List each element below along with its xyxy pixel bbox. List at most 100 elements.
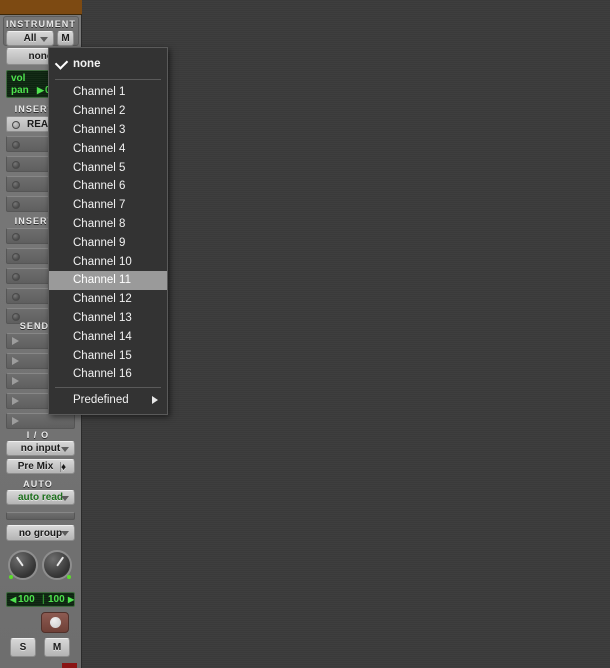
io-mix-value: Pre Mix <box>17 461 54 472</box>
app-root: INSTRUMENT All M none vol 9 pan 0 ▶ INSE… <box>0 0 610 668</box>
menu-item-channel-12[interactable]: Channel 12 <box>49 290 167 309</box>
instrument-select-value: All <box>23 33 37 44</box>
solo-button[interactable]: S <box>10 638 36 657</box>
menu-item-label: Channel 2 <box>73 105 126 118</box>
insert-enable-dot-icon[interactable] <box>12 141 20 149</box>
io-header: I / O <box>26 430 50 440</box>
io-input-value: no input <box>20 443 61 454</box>
send-arrow-icon <box>12 357 19 365</box>
pan-divider: | <box>42 594 45 605</box>
menu-separator <box>55 386 161 388</box>
menu-item-channel-8[interactable]: Channel 8 <box>49 215 167 234</box>
pan-left-value: 100 <box>18 594 35 605</box>
send-arrow-icon <box>12 377 19 385</box>
pan-left-arrow-icon: ◀ <box>10 595 17 604</box>
auto-mode-select[interactable]: auto read <box>6 490 75 505</box>
menu-item-channel-13[interactable]: Channel 13 <box>49 309 167 328</box>
record-dot-icon <box>49 617 61 628</box>
instrument-header: INSTRUMENT <box>6 19 76 29</box>
chevron-down-icon <box>61 495 69 501</box>
menu-item-label: Channel 14 <box>73 330 132 343</box>
pan-label: pan <box>11 85 29 96</box>
insert-enable-dot-icon[interactable] <box>12 233 20 241</box>
menu-item-channel-7[interactable]: Channel 7 <box>49 196 167 215</box>
menu-item-channel-3[interactable]: Channel 3 <box>49 121 167 140</box>
pin-icon[interactable]: ♦ <box>60 462 70 473</box>
menu-item-label: Channel 13 <box>73 311 132 324</box>
menu-item-channel-1[interactable]: Channel 1 <box>49 83 167 102</box>
group-indicator-bar <box>6 512 75 520</box>
pan-knob-left[interactable] <box>8 550 38 580</box>
mute-button[interactable]: M <box>44 638 70 657</box>
knob-led-icon <box>9 575 13 579</box>
record-arm-button[interactable] <box>41 612 69 633</box>
auto-header: AUTO <box>23 479 53 489</box>
knob-led-icon <box>67 575 71 579</box>
menu-item-channel-6[interactable]: Channel 6 <box>49 177 167 196</box>
io-mix-button[interactable]: Pre Mix ♦ <box>6 459 75 474</box>
chevron-down-icon <box>40 36 48 42</box>
send-slot-5[interactable] <box>6 413 75 429</box>
menu-item-label: none <box>73 58 101 70</box>
check-icon <box>54 56 69 70</box>
insert-enable-dot-icon[interactable] <box>12 181 20 189</box>
menu-item-channel-9[interactable]: Channel 9 <box>49 233 167 252</box>
pan-value-display[interactable]: ◀ 100 | 100 ▶ <box>6 592 75 607</box>
menu-item-label: Channel 9 <box>73 236 126 249</box>
midi-button[interactable]: M <box>57 31 74 46</box>
channel-color-bar <box>0 0 82 15</box>
menu-item-label: Channel 16 <box>73 368 132 381</box>
group-select[interactable]: no group <box>6 525 75 541</box>
insert-enable-dot-icon[interactable] <box>12 293 20 301</box>
menu-item-label: Channel 10 <box>73 255 132 268</box>
channel-dropdown-menu[interactable]: none Channel 1 Channel 2 Channel 3 Channel 4… <box>48 47 168 415</box>
menu-item-label: Channel 15 <box>73 349 132 362</box>
menu-item-channel-14[interactable]: Channel 14 <box>49 327 167 346</box>
menu-item-predefined[interactable]: Predefined <box>49 391 167 410</box>
solo-button-label: S <box>19 642 27 653</box>
insert-enable-dot-icon[interactable] <box>12 201 20 209</box>
menu-item-label: Channel 12 <box>73 293 132 306</box>
insert-enable-dot-icon[interactable] <box>12 253 20 261</box>
pan-right-arrow-icon: ▶ <box>68 595 75 604</box>
menu-item-label: Channel 5 <box>73 161 126 174</box>
menu-item-label: Channel 1 <box>73 86 126 99</box>
send-arrow-icon <box>12 337 19 345</box>
menu-item-label: Channel 3 <box>73 123 126 136</box>
menu-item-label: Channel 4 <box>73 142 126 155</box>
group-value: no group <box>18 527 63 539</box>
menu-item-label: Channel 11 <box>73 274 131 287</box>
insert-enable-dot-icon[interactable] <box>12 121 20 129</box>
menu-item-channel-11[interactable]: Channel 11 <box>49 270 167 290</box>
send-arrow-icon <box>12 417 19 425</box>
pan-arrow-icon: ▶ <box>37 85 44 95</box>
mute-button-label: M <box>52 642 62 653</box>
menu-item-label: Channel 7 <box>73 199 126 212</box>
insert-enable-dot-icon[interactable] <box>12 273 20 281</box>
insert-enable-dot-icon[interactable] <box>12 313 20 321</box>
menu-item-channel-15[interactable]: Channel 15 <box>49 346 167 365</box>
knob-indicator-icon <box>56 556 65 567</box>
midi-button-label: M <box>61 33 70 44</box>
pan-right-value: 100 <box>48 594 65 605</box>
menu-item-label: Channel 6 <box>73 180 126 193</box>
chevron-down-icon <box>61 531 69 536</box>
submenu-arrow-icon <box>152 396 158 405</box>
io-input-select[interactable]: no input <box>6 441 75 456</box>
menu-item-none[interactable]: none <box>49 52 167 76</box>
auto-mode-value: auto read <box>17 492 63 503</box>
menu-item-channel-16[interactable]: Channel 16 <box>49 365 167 384</box>
menu-item-channel-5[interactable]: Channel 5 <box>49 158 167 177</box>
menu-item-label: Channel 8 <box>73 217 126 230</box>
menu-item-label: Predefined <box>73 394 129 407</box>
record-meter-indicator <box>62 663 77 668</box>
menu-item-channel-2[interactable]: Channel 2 <box>49 102 167 121</box>
knob-indicator-icon <box>15 556 24 567</box>
instrument-select[interactable]: All <box>6 31 54 46</box>
menu-item-channel-10[interactable]: Channel 10 <box>49 252 167 271</box>
send-arrow-icon <box>12 397 19 405</box>
menu-item-channel-4[interactable]: Channel 4 <box>49 139 167 158</box>
pan-knob-right[interactable] <box>42 550 72 580</box>
vol-label: vol <box>11 73 26 84</box>
insert-enable-dot-icon[interactable] <box>12 161 20 169</box>
